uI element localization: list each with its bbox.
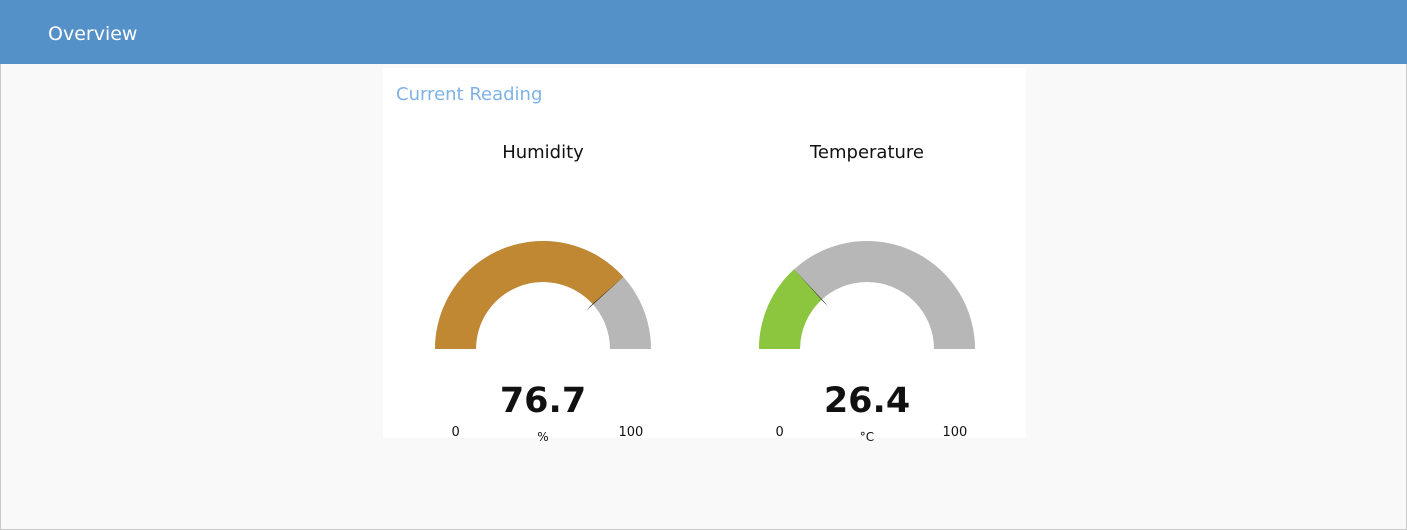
card-title: Current Reading xyxy=(396,84,543,105)
temperature-gauge: Temperature 26.4 °C 0 100 xyxy=(737,138,997,444)
gauge-svg xyxy=(759,241,975,349)
gauge-min: 0 xyxy=(451,425,460,440)
gauge-max: 100 xyxy=(942,425,968,440)
humidity-gauge: Humidity 76.7 % 0 100 xyxy=(413,138,673,444)
gauge-svg xyxy=(435,240,651,349)
gauge-fill xyxy=(435,240,624,349)
gauge-min: 0 xyxy=(775,425,784,440)
gauge-value: 26.4 xyxy=(823,381,911,421)
reading-card: Current Reading Humidity 76.7 % 0 100 Te… xyxy=(383,68,1026,444)
gauge-max: 100 xyxy=(618,425,644,440)
gauge-value: 76.7 xyxy=(499,381,587,421)
page-title: Overview xyxy=(48,23,138,45)
top-bar: Overview xyxy=(0,0,1407,64)
